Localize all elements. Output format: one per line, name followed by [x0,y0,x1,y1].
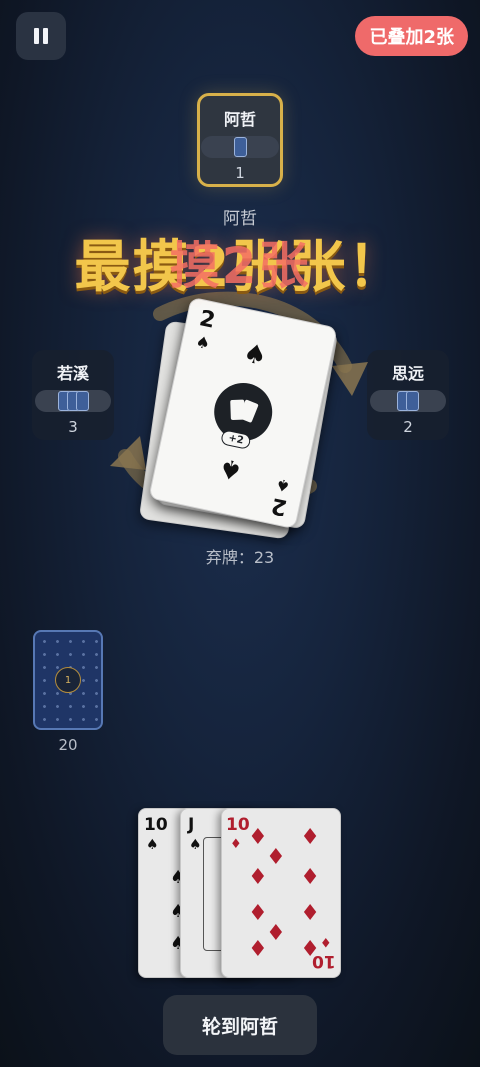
spade-icon: ♠ [240,338,270,373]
player-right-hand [370,390,446,412]
player-top-count: 1 [235,164,245,182]
deck-emblem-icon: 1 [55,667,81,693]
spade-icon: ♠ [216,451,246,486]
top-card-rank-bottom: 2 [268,492,289,520]
discard-count: 弃牌：23 [205,548,275,567]
diamond-icon: ♦ [320,934,332,949]
mini-card-back [406,391,419,411]
draw-deck[interactable]: 1 [33,630,103,730]
player-top-name: 阿哲 [223,110,256,129]
hand-card-rank: 10 [144,815,168,835]
player-left-count: 3 [68,418,78,436]
player-top: 阿哲 1 [197,93,283,187]
player-left-name: 若溪 [56,364,89,383]
stack-badge: 已叠加2张 [355,16,468,56]
pause-button[interactable] [16,12,66,60]
spade-icon: ♠ [193,331,212,354]
mini-card-back [233,137,247,157]
player-right-name: 思远 [391,364,424,383]
hand-card-rank-bottom: 10 [312,951,336,971]
diamond-icon: ♦ [230,837,242,852]
announcement: 最摸2张张！ 摸2张 [0,222,480,303]
spade-icon: ♠ [146,837,159,853]
player-right-count: 2 [403,418,413,436]
pause-icon [34,28,48,44]
spade-icon: ♠ [189,837,202,853]
player-top-hand [201,136,279,158]
deck-count: 20 [58,736,78,754]
top-card-rank: 2 [197,306,218,334]
announcement-ghost: 摸2张 [169,237,311,295]
hand-card-3[interactable]: 10 ♦ ♦ ♦ ♦ ♦ ♦ ♦ ♦ ♦ ♦ ♦ ♦ 10 [221,808,341,978]
turn-indicator-button[interactable]: 轮到阿哲 [163,995,317,1055]
diamond-pips: ♦ ♦ ♦ ♦ ♦ ♦ ♦ ♦ ♦ ♦ [248,825,320,962]
hand-card-rank: J [188,815,195,835]
mini-card-back [75,391,89,411]
player-right: 思远 2 [367,350,449,440]
hand-card-rank: 10 [226,815,250,835]
